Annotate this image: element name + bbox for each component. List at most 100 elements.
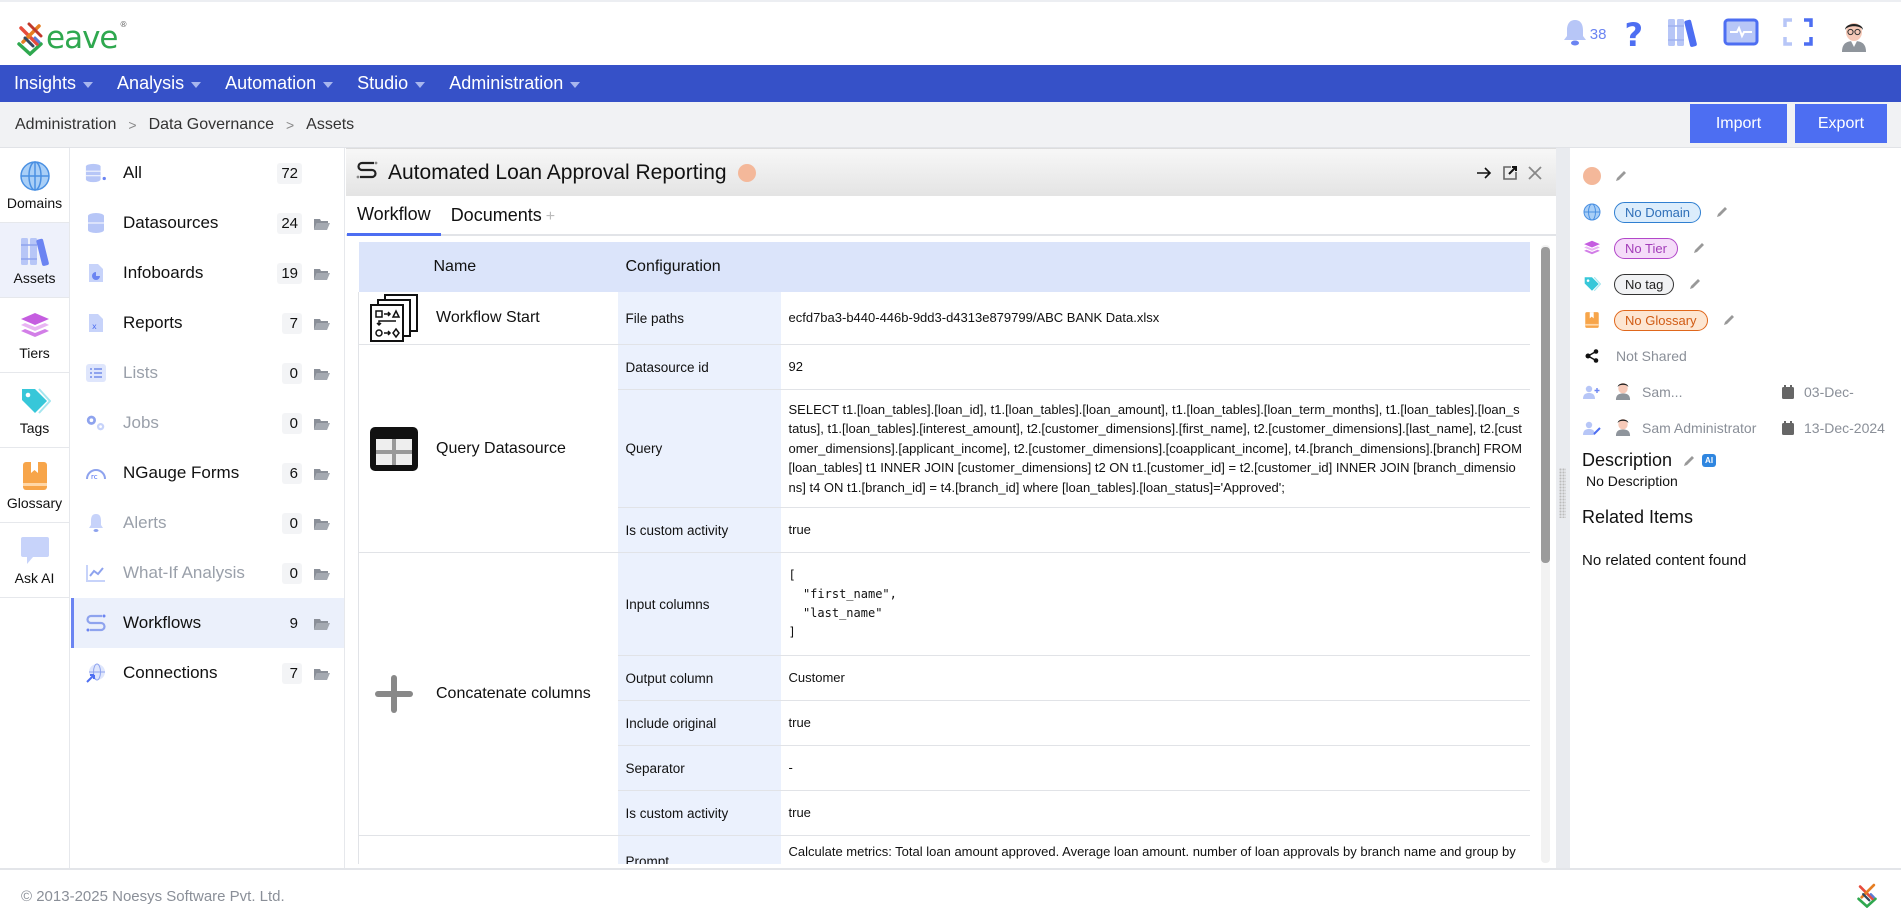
config-value: [ "first_name", "last_name" ]: [780, 552, 1530, 656]
bell-icon: [85, 512, 107, 534]
edit-description-icon[interactable]: [1682, 454, 1696, 468]
chat-bubble-icon: [19, 534, 51, 568]
infoweave-logo[interactable]: Info eave ®: [14, 16, 1901, 884]
config-value: true: [780, 700, 1530, 746]
breadcrumb-assets: Assets: [306, 116, 355, 133]
sharing-row: Not Shared: [1582, 338, 1901, 374]
panel-tabs: Workflow Documents +: [346, 196, 1556, 236]
modified-by: Sam Administrator: [1642, 420, 1757, 436]
category-datasources[interactable]: Datasources 24: [71, 198, 344, 248]
tag-pill[interactable]: No tag: [1614, 273, 1675, 295]
export-button[interactable]: Export: [1795, 104, 1887, 143]
list-icon: [85, 362, 107, 384]
rail-item-tiers[interactable]: Tiers: [0, 298, 69, 373]
category-count: 0: [282, 562, 302, 584]
rail-item-ask-ai[interactable]: Ask AI: [0, 523, 69, 598]
workflow-steps-table: Name Configuration Workflow Start File p…: [358, 242, 1530, 864]
connection-globe-icon: [85, 662, 107, 684]
library-button[interactable]: [1667, 15, 1699, 55]
share-icon: [1582, 349, 1602, 363]
folder-icon[interactable]: [314, 517, 330, 530]
tab-documents[interactable]: Documents +: [441, 205, 565, 234]
folder-icon[interactable]: [314, 267, 330, 280]
category-workflows[interactable]: Workflows 9: [71, 598, 344, 648]
category-lists[interactable]: Lists 0: [71, 348, 344, 398]
notifications-button[interactable]: 38: [1561, 15, 1607, 55]
folder-icon[interactable]: [314, 667, 330, 680]
monitor-button[interactable]: [1723, 15, 1759, 55]
nav-insights[interactable]: Insights: [14, 73, 94, 94]
related-items-empty: No related content found: [1582, 552, 1747, 569]
edit-tag-icon[interactable]: [1688, 277, 1702, 291]
config-key: Include original: [617, 700, 781, 746]
tier-row: No Tier: [1582, 230, 1901, 266]
edit-status-icon[interactable]: [1614, 169, 1628, 183]
config-key: Output column: [617, 655, 781, 701]
import-button[interactable]: Import: [1690, 104, 1787, 143]
user-avatar[interactable]: [1839, 15, 1869, 55]
category-infoboards[interactable]: Infoboards 19: [71, 248, 344, 298]
category-all[interactable]: All 72: [71, 148, 344, 198]
open-external-icon[interactable]: [1502, 165, 1518, 181]
domain-pill[interactable]: No Domain: [1614, 201, 1702, 223]
config-value-query: SELECT t1.[loan_tables].[loan_id], t1.[l…: [780, 389, 1530, 508]
sharing-status[interactable]: Not Shared: [1616, 348, 1687, 364]
category-alerts[interactable]: Alerts 0: [71, 498, 344, 548]
status-badge-icon: [737, 163, 757, 183]
edit-domain-icon[interactable]: [1715, 205, 1729, 219]
add-document-icon[interactable]: +: [546, 208, 555, 225]
notification-count: 38: [1589, 26, 1607, 43]
modifier-avatar: [1614, 416, 1632, 441]
table-row: Query Datasource Datasource id 92: [358, 344, 1530, 553]
table-row: Concatenate columns Input columns [ "fir…: [358, 552, 1530, 836]
rail-item-tags[interactable]: Tags: [0, 373, 69, 448]
chevron-right-icon: >: [285, 117, 295, 133]
line-chart-icon: [85, 562, 107, 584]
folder-icon[interactable]: [314, 617, 330, 630]
related-items-title: Related Items: [1582, 507, 1694, 527]
category-count: 24: [277, 212, 302, 234]
folder-icon[interactable]: [314, 417, 330, 430]
tab-workflow[interactable]: Workflow: [347, 204, 441, 236]
nav-analysis[interactable]: Analysis: [117, 73, 202, 94]
folder-icon[interactable]: [314, 567, 330, 580]
close-icon[interactable]: [1528, 165, 1542, 180]
status-row: [1582, 158, 1901, 194]
user-edit-icon: [1582, 421, 1602, 435]
tag-icon: [19, 384, 51, 418]
panel-resize-handle[interactable]: [1556, 148, 1570, 868]
edit-glossary-icon[interactable]: [1722, 313, 1736, 327]
category-what-if-analysis[interactable]: What-If Analysis 0: [71, 548, 344, 598]
nav-automation[interactable]: Automation: [225, 73, 334, 94]
config-key: Is custom activity: [617, 507, 781, 553]
rail-item-glossary[interactable]: Glossary: [0, 448, 69, 523]
rail-item-assets[interactable]: Assets: [0, 223, 69, 298]
glossary-pill[interactable]: No Glossary: [1614, 309, 1708, 331]
table-scrollbar[interactable]: [1541, 245, 1550, 863]
collapse-arrow-icon[interactable]: [1476, 166, 1492, 180]
ai-generate-button[interactable]: AI: [1702, 454, 1717, 467]
breadcrumb-data-governance[interactable]: Data Governance: [149, 116, 274, 134]
nav-administration[interactable]: Administration: [449, 73, 581, 94]
config-key: Is custom activity: [617, 790, 781, 836]
category-reports[interactable]: x Reports 7: [71, 298, 344, 348]
edit-tier-icon[interactable]: [1692, 241, 1706, 255]
tier-pill[interactable]: No Tier: [1614, 237, 1678, 259]
description-header: Description AI: [1582, 450, 1901, 471]
category-count: 0: [282, 512, 302, 534]
folder-icon[interactable]: [314, 467, 330, 480]
folder-icon[interactable]: [314, 367, 330, 380]
category-connections[interactable]: Connections 7: [71, 648, 344, 698]
breadcrumb-bar: Administration > Data Governance > Asset…: [0, 102, 1901, 148]
fullscreen-button[interactable]: [1783, 15, 1813, 55]
folder-icon[interactable]: [314, 317, 330, 330]
category-ngauge-forms[interactable]: rc NGauge Forms 6: [71, 448, 344, 498]
folder-icon[interactable]: [314, 217, 330, 230]
nav-studio[interactable]: Studio: [357, 73, 426, 94]
category-count: 7: [282, 662, 302, 684]
help-button[interactable]: ?: [1624, 15, 1643, 55]
scrollbar-thumb[interactable]: [1541, 247, 1550, 563]
category-jobs[interactable]: Jobs 0: [71, 398, 344, 448]
breadcrumb-administration[interactable]: Administration: [15, 116, 116, 134]
rail-item-domains[interactable]: Domains: [0, 148, 69, 223]
